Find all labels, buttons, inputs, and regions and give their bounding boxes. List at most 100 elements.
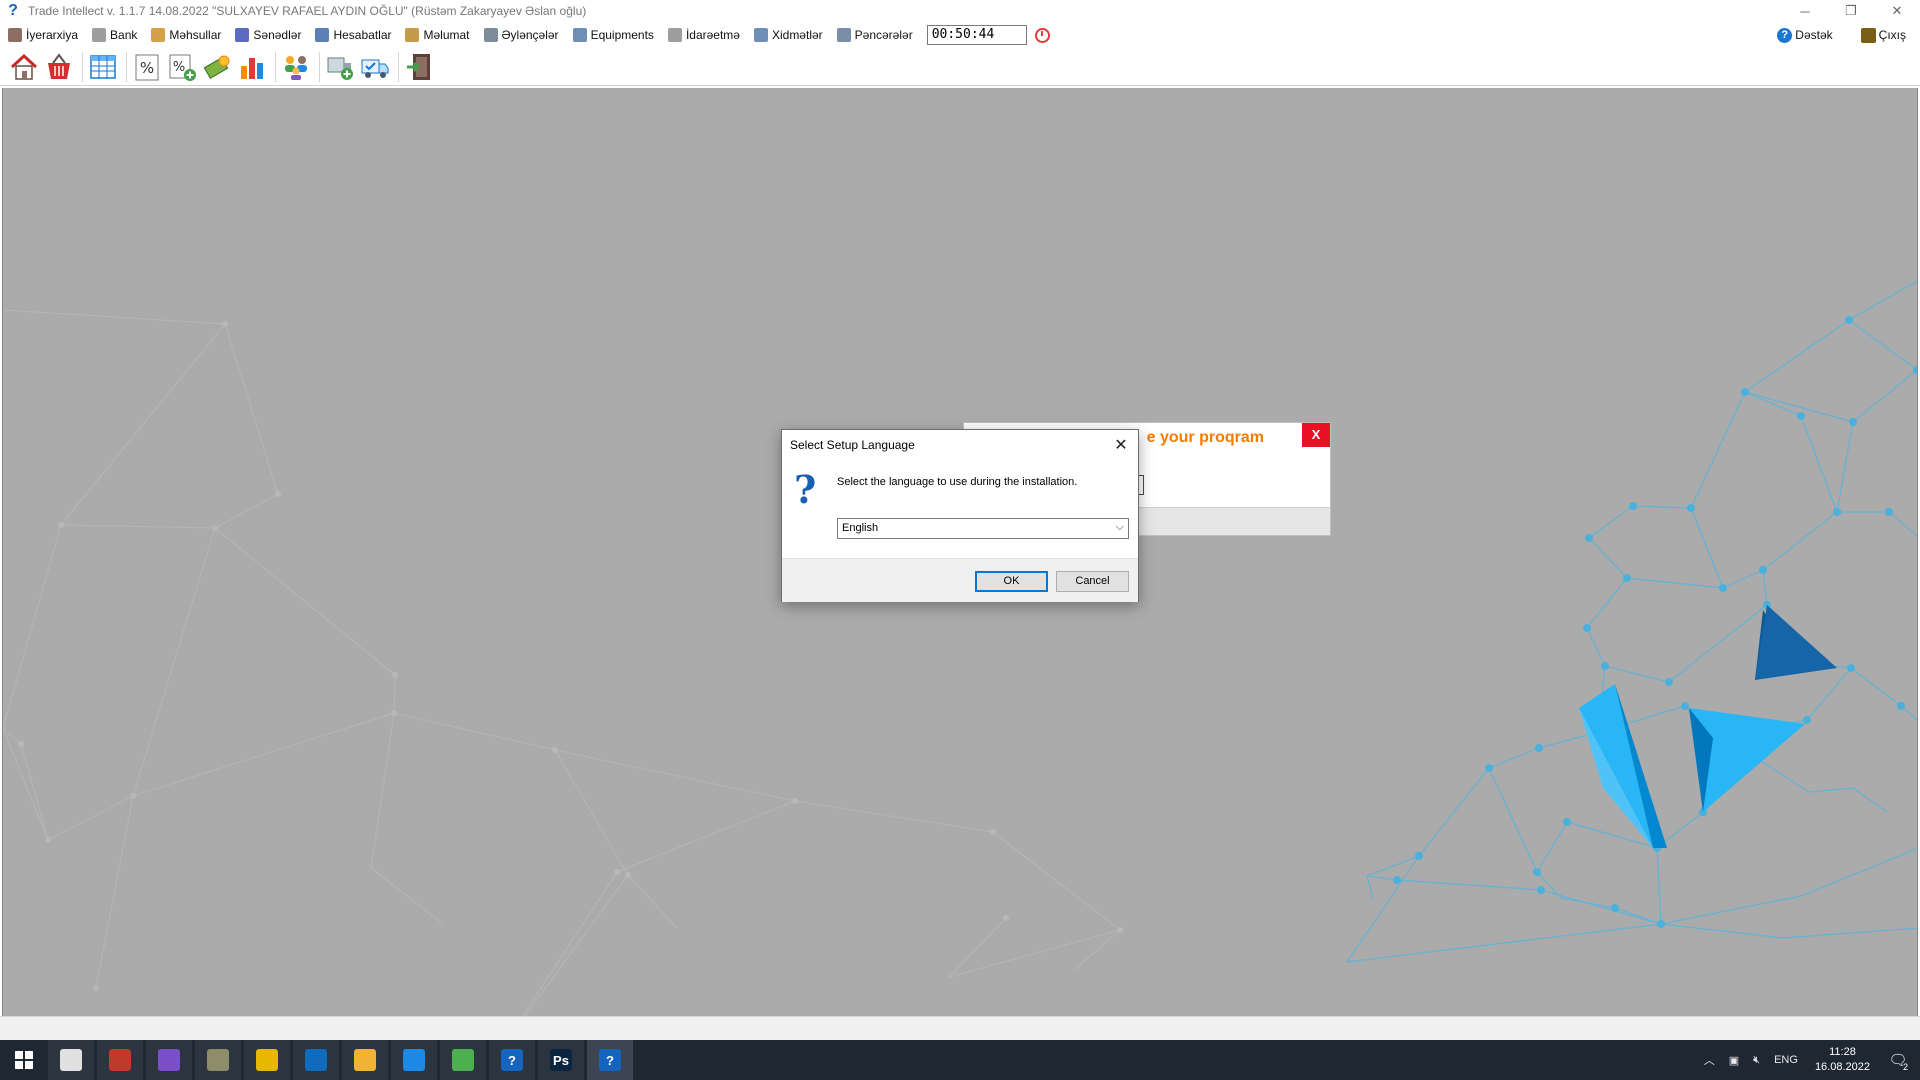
equipment-icon bbox=[572, 28, 587, 42]
menu-item-label: Hesabatlar bbox=[333, 28, 392, 42]
add-shipment-icon bbox=[327, 57, 353, 80]
reports-icon bbox=[315, 28, 330, 42]
bar-chart-icon bbox=[241, 57, 263, 79]
file-explorer-icon bbox=[354, 1049, 376, 1071]
add-shipment-button[interactable] bbox=[324, 51, 356, 83]
session-timer: 00:50:44 bbox=[926, 25, 1027, 45]
products-box-icon bbox=[151, 28, 166, 42]
services-icon bbox=[753, 28, 768, 42]
window-controls: ─ ❐ ✕ bbox=[1782, 0, 1920, 22]
svg-text:%: % bbox=[173, 60, 185, 75]
delivery-button[interactable] bbox=[359, 51, 391, 83]
window-title: Trade Intellect v. 1.1.7 14.08.2022 "SUL… bbox=[28, 4, 587, 18]
users-button[interactable] bbox=[280, 51, 312, 83]
chevron-down-icon: ⌵ bbox=[1115, 521, 1124, 533]
menu-item-label: İyerarxiya bbox=[26, 28, 79, 42]
exit-icon bbox=[1860, 27, 1876, 43]
alarm-clock-icon[interactable] bbox=[1034, 27, 1050, 43]
menu-item-9[interactable]: Xidmətlər bbox=[746, 24, 829, 46]
spreadsheet-button[interactable] bbox=[87, 51, 119, 83]
menu-item-2[interactable]: Məhsullar bbox=[143, 24, 227, 46]
taskbar-app-photoshop[interactable]: Ps bbox=[538, 1040, 584, 1080]
taskbar-app-tool-app[interactable] bbox=[97, 1040, 143, 1080]
menu-item-10[interactable]: Pəncərələr bbox=[829, 24, 919, 46]
payment-icon bbox=[203, 55, 230, 79]
input-language[interactable]: ENG bbox=[1774, 1054, 1798, 1066]
taskbar-app-file-explorer[interactable] bbox=[342, 1040, 388, 1080]
setup-help-active-icon: ? bbox=[599, 1049, 621, 1071]
ok-button[interactable]: OK bbox=[975, 571, 1048, 592]
camera-icon[interactable]: ▣ bbox=[1729, 1054, 1739, 1067]
menu-item-8[interactable]: İdarəetmə bbox=[660, 24, 746, 46]
question-icon: ? bbox=[794, 467, 817, 512]
menu-item-label: Pəncərələr bbox=[854, 28, 913, 42]
payment-button[interactable] bbox=[201, 51, 233, 83]
status-bar bbox=[0, 1016, 1920, 1040]
close-window-button[interactable]: ✕ bbox=[1874, 0, 1920, 22]
taskbar-app-vscode[interactable] bbox=[391, 1040, 437, 1080]
notification-center-button[interactable]: 🗨︎ 2 bbox=[1884, 1040, 1912, 1080]
system-tray: ︿ ▣ 🔇︎ ENG 11:28 16.08.2022 🗨︎ 2 bbox=[1697, 1040, 1920, 1080]
volume-muted-icon[interactable]: 🔇︎ bbox=[1753, 1054, 1760, 1067]
tray-time: 11:28 bbox=[1829, 1046, 1856, 1058]
tray-overflow-icon[interactable]: ︿ bbox=[1704, 1052, 1715, 1068]
basket-button[interactable] bbox=[43, 51, 75, 83]
minimize-button[interactable]: ─ bbox=[1782, 0, 1828, 22]
taskbar-app-outlook[interactable] bbox=[293, 1040, 339, 1080]
windows-logo-icon bbox=[15, 1051, 33, 1069]
window-titlebar: ? Trade Intellect v. 1.1.7 14.08.2022 "S… bbox=[0, 0, 1920, 22]
toolbar-separator bbox=[275, 51, 276, 82]
taskbar-app-setup-help-active[interactable]: ? bbox=[587, 1040, 633, 1080]
menu-item-3[interactable]: Sənədlər bbox=[227, 24, 307, 46]
language-select[interactable]: English ⌵ bbox=[837, 518, 1129, 539]
documents-icon bbox=[235, 28, 250, 42]
exit-door-button[interactable] bbox=[403, 51, 435, 83]
hierarchy-icon bbox=[8, 28, 22, 42]
percent-add-button[interactable]: % bbox=[166, 51, 198, 83]
menu-item-label: Equipments bbox=[590, 28, 654, 42]
percent-button[interactable]: % bbox=[131, 51, 163, 83]
taskbar-app-dotnet-app[interactable] bbox=[244, 1040, 290, 1080]
menu-item-label: İdarəetmə bbox=[685, 28, 740, 42]
menu-item-7[interactable]: Equipments bbox=[565, 24, 660, 46]
taskbar-app-archive-app[interactable] bbox=[195, 1040, 241, 1080]
menu-item-5[interactable]: Məlumat bbox=[397, 24, 475, 46]
visual-studio-icon bbox=[158, 1049, 180, 1071]
language-select-value: English bbox=[842, 522, 879, 534]
cancel-button[interactable]: Cancel bbox=[1056, 571, 1129, 592]
taskbar-app-setup-help[interactable]: ? bbox=[489, 1040, 535, 1080]
menu-item-1[interactable]: Bank bbox=[84, 24, 143, 46]
menu-item-label: Bank bbox=[110, 28, 138, 42]
spreadsheet-icon bbox=[90, 54, 116, 79]
setup-help-icon: ? bbox=[501, 1049, 523, 1071]
users-icon bbox=[285, 55, 307, 80]
exit-menu-item[interactable]: Çıxış bbox=[1853, 24, 1912, 46]
basket-icon bbox=[48, 52, 70, 79]
windows-icon bbox=[836, 28, 851, 42]
percent-icon: % bbox=[135, 54, 159, 80]
taskbar-app-visual-studio[interactable] bbox=[146, 1040, 192, 1080]
taskbar-apps: ? Ps? bbox=[48, 1040, 636, 1080]
dialog-close-button[interactable]: ✕ bbox=[1104, 430, 1138, 460]
dotnet-app-icon bbox=[256, 1049, 278, 1071]
toolbar-separator bbox=[398, 51, 399, 82]
promo-popup-close-button[interactable]: X bbox=[1302, 423, 1330, 447]
home-button[interactable] bbox=[8, 51, 40, 83]
start-button[interactable] bbox=[0, 1040, 48, 1080]
taskbar-app-chrome[interactable] bbox=[48, 1040, 94, 1080]
menu-item-0[interactable]: İyerarxiya bbox=[0, 24, 84, 46]
dialog-title: Select Setup Language bbox=[790, 438, 915, 452]
tool-app-icon bbox=[109, 1049, 131, 1071]
menu-right: ? Dəstək Çıxış bbox=[1769, 22, 1912, 48]
menu-item-6[interactable]: Əylənçələr bbox=[476, 24, 565, 46]
restore-button[interactable]: ❐ bbox=[1828, 0, 1874, 22]
taskbar-app-notepad[interactable] bbox=[440, 1040, 486, 1080]
app-help-icon: ? bbox=[8, 2, 18, 19]
bank-icon bbox=[92, 28, 107, 42]
entertainment-icon bbox=[483, 28, 498, 42]
chart-button[interactable] bbox=[236, 51, 268, 83]
support-menu-item[interactable]: ? Dəstək bbox=[1769, 24, 1838, 46]
exit-label: Çıxış bbox=[1878, 28, 1906, 42]
menu-item-4[interactable]: Hesabatlar bbox=[307, 24, 397, 46]
tray-clock[interactable]: 11:28 16.08.2022 bbox=[1815, 1045, 1870, 1075]
